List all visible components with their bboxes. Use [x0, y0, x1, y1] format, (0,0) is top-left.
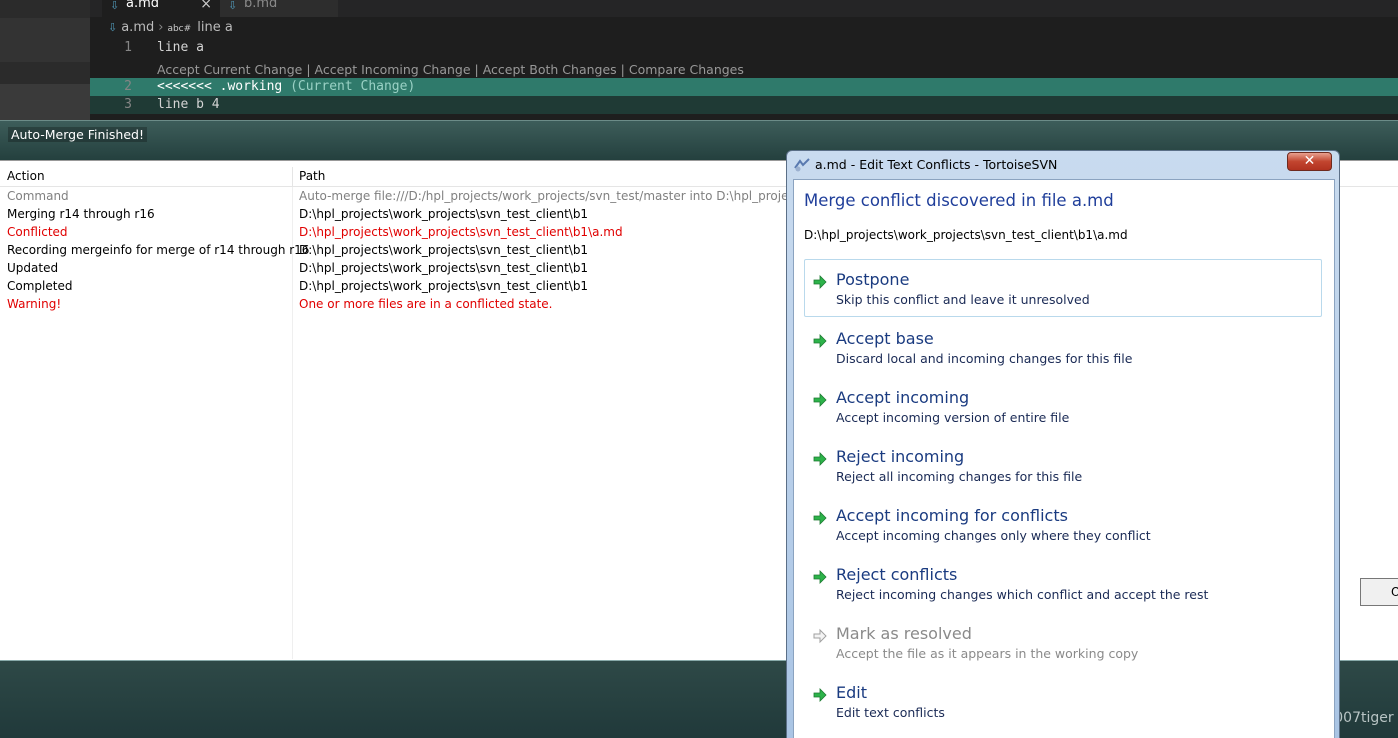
breadcrumb-file[interactable]: a.md [121, 20, 154, 35]
option-title: Accept base [836, 329, 934, 348]
option-description: Accept incoming version of entire file [836, 410, 1070, 425]
option-title: Edit [836, 683, 867, 702]
row-path: D:\hpl_projects\work_projects\svn_test_c… [299, 261, 589, 275]
editor-sidebar [0, 0, 90, 122]
option-mark-as-resolved: Mark as resolved Accept the file as it a… [804, 613, 1322, 671]
close-icon[interactable]: × [200, 0, 212, 14]
option-title: Accept incoming for conflicts [836, 506, 1068, 525]
option-title: Reject incoming [836, 447, 965, 466]
option-description: Accept the file as it appears in the wor… [836, 646, 1139, 661]
gray-arrow-icon [813, 628, 827, 644]
vscode-editor: ⇩ a.md × ⇩ b.md ⇩ a.md › abc# line a 1 line… [0, 0, 1398, 122]
row-path: D:\hpl_projects\work_projects\svn_test_c… [299, 207, 589, 221]
row-action: Warning! [7, 297, 62, 311]
code-line-current-change[interactable]: 2 <<<<<<< .working (Current Change) [90, 78, 1398, 96]
green-arrow-icon [813, 275, 827, 289]
dialog-content: Merge conflict discovered in file a.md D… [793, 179, 1335, 738]
green-arrow-icon [813, 334, 827, 348]
code-line[interactable]: 1 line a [90, 39, 1398, 57]
row-action: Merging r14 through r16 [7, 207, 155, 221]
green-arrow-icon [813, 393, 827, 407]
markdown-file-icon: ⇩ [108, 21, 118, 34]
breadcrumb-symbol[interactable]: line a [197, 20, 233, 35]
close-icon: ✕ [1303, 153, 1316, 169]
dialog-heading: Merge conflict discovered in file a.md [804, 191, 1114, 210]
line-text: line b 4 [157, 97, 220, 112]
conflict-file-path: D:\hpl_projects\work_projects\svn_test_c… [804, 228, 1128, 242]
row-action: Conflicted [7, 225, 68, 239]
merge-conflict-codelens[interactable]: Accept Current Change | Accept Incoming … [157, 61, 744, 79]
option-reject-conflicts[interactable]: Reject conflicts Reject incoming changes… [804, 554, 1322, 612]
option-description: Accept incoming changes only where they … [836, 528, 1151, 543]
tab-label: b.md [244, 0, 278, 11]
markdown-file-icon: ⇩ [228, 0, 238, 12]
green-arrow-icon [813, 570, 827, 584]
line-number: 2 [124, 79, 132, 94]
option-title: Mark as resolved [836, 624, 972, 643]
breadcrumb: ⇩ a.md › abc# line a [108, 19, 233, 37]
option-postpone[interactable]: Postpone Skip this conflict and leave it… [804, 259, 1322, 317]
editor-tab-bar: ⇩ a.md × ⇩ b.md [90, 0, 1398, 17]
current-change-annotation: (Current Change) [290, 79, 416, 94]
line-number: 3 [124, 97, 132, 112]
option-accept-incoming[interactable]: Accept incoming Accept incoming version … [804, 377, 1322, 435]
option-title: Postpone [836, 270, 910, 289]
option-edit[interactable]: Edit Edit text conflicts [804, 672, 1322, 730]
tab-a-md[interactable]: ⇩ a.md × [102, 0, 220, 17]
row-action: Recording mergeinfo for merge of r14 thr… [7, 243, 310, 257]
row-path: Auto-merge file:///D:/hpl_projects/work_… [299, 189, 820, 203]
symbol-string-icon: abc# [167, 24, 192, 34]
option-description: Skip this conflict and leave it unresolv… [836, 292, 1090, 307]
green-arrow-icon [813, 688, 827, 702]
chevron-right-icon: › [158, 20, 164, 35]
tab-label: a.md [126, 0, 160, 11]
row-action: Updated [7, 261, 59, 275]
tab-b-md[interactable]: ⇩ b.md [220, 0, 338, 17]
column-header-action[interactable]: Action [7, 169, 45, 183]
dialog-title: a.md - Edit Text Conflicts - TortoiseSVN [815, 157, 1058, 172]
option-description: Discard local and incoming changes for t… [836, 351, 1133, 366]
row-action: Completed [7, 279, 73, 293]
option-title: Accept incoming [836, 388, 970, 407]
tortoisesvn-icon [794, 158, 810, 172]
row-path: D:\hpl_projects\work_projects\svn_test_c… [299, 243, 589, 257]
row-path: D:\hpl_projects\work_projects\svn_test_c… [299, 225, 623, 239]
dialog-titlebar[interactable]: a.md - Edit Text Conflicts - TortoiseSVN… [787, 151, 1339, 178]
line-text: line a [157, 40, 204, 55]
row-path: D:\hpl_projects\work_projects\svn_test_c… [299, 279, 589, 293]
option-description: Reject incoming changes which conflict a… [836, 587, 1209, 602]
option-accept-incoming-for-conflicts[interactable]: Accept incoming for conflicts Accept inc… [804, 495, 1322, 553]
window-title: Auto-Merge Finished! [8, 127, 147, 142]
markdown-file-icon: ⇩ [110, 0, 120, 12]
option-reject-incoming[interactable]: Reject incoming Reject all incoming chan… [804, 436, 1322, 494]
option-accept-base[interactable]: Accept base Discard local and incoming c… [804, 318, 1322, 376]
row-path: One or more files are in a conflicted st… [299, 297, 553, 311]
green-arrow-icon [813, 511, 827, 525]
column-header-path[interactable]: Path [299, 169, 325, 183]
close-button[interactable]: ✕ [1287, 152, 1332, 171]
code-line[interactable]: 3 line b 4 [90, 96, 1398, 114]
option-description: Edit text conflicts [836, 705, 945, 720]
option-title: Reject conflicts [836, 565, 958, 584]
line-text: <<<<<<< .working [157, 79, 283, 94]
line-number: 1 [124, 40, 132, 55]
ok-button[interactable]: O [1360, 578, 1398, 606]
green-arrow-icon [813, 452, 827, 466]
option-description: Reject all incoming changes for this fil… [836, 469, 1083, 484]
edit-text-conflicts-dialog: a.md - Edit Text Conflicts - TortoiseSVN… [786, 150, 1340, 738]
row-action: Command [7, 189, 69, 203]
